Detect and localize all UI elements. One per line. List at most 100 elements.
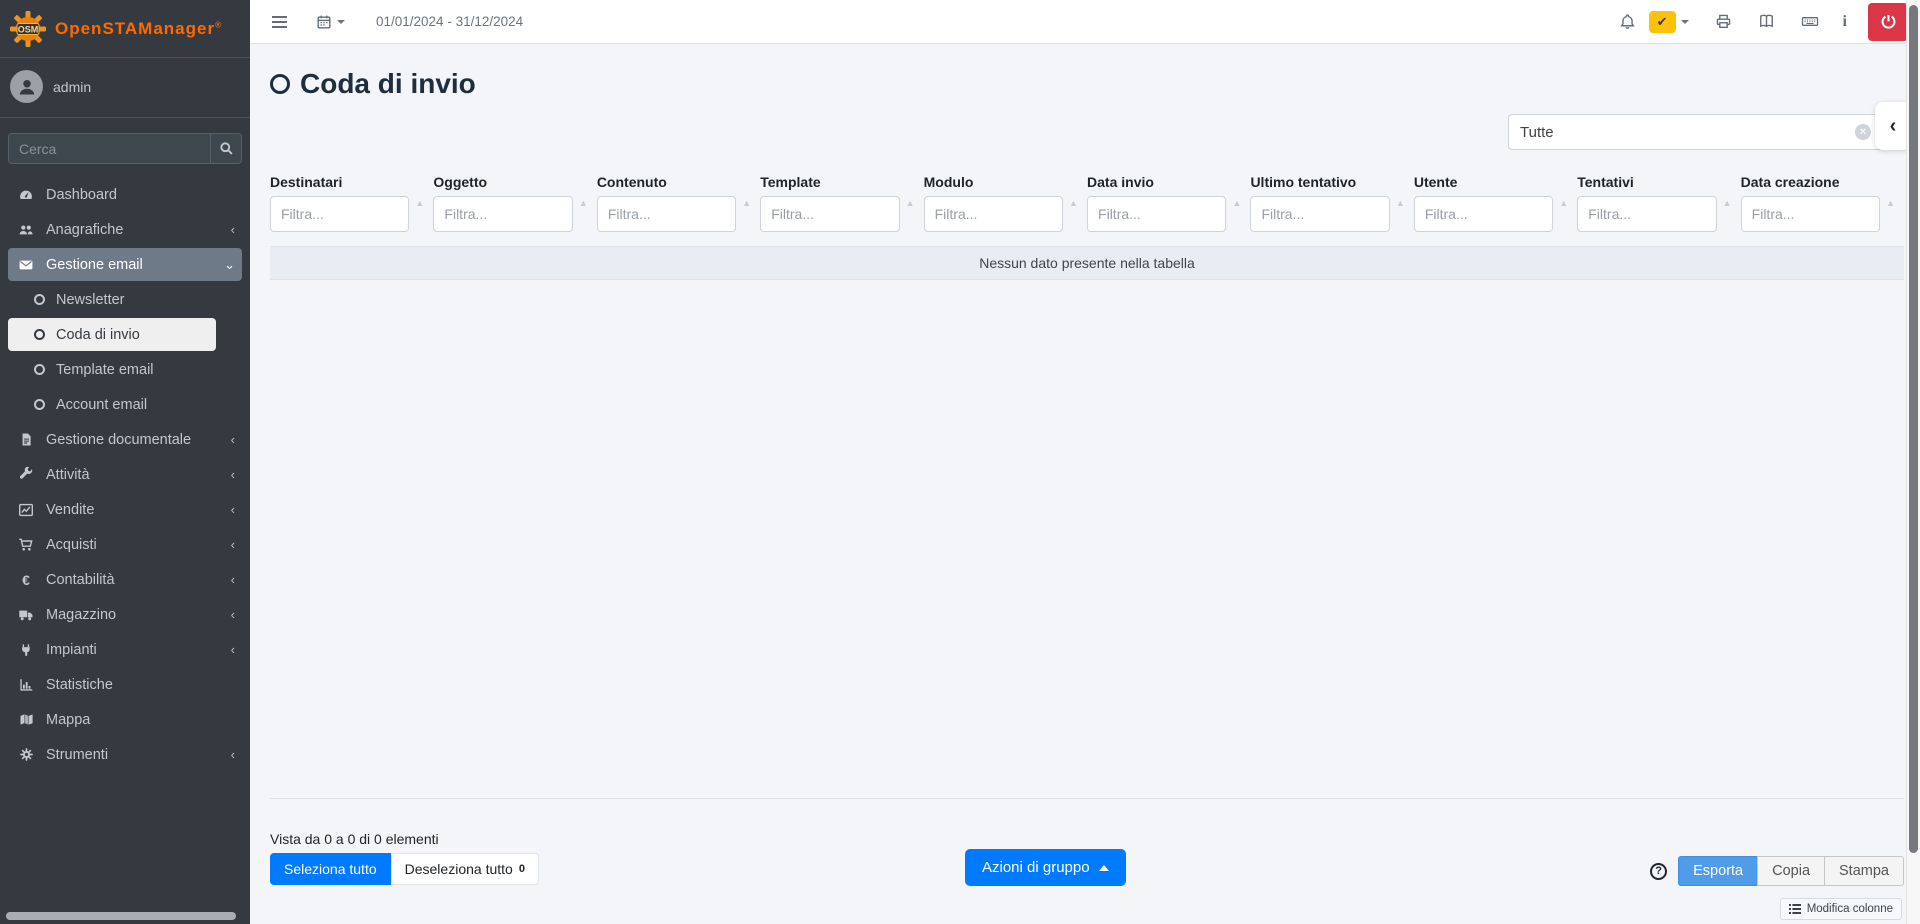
logout-button[interactable] [1868, 3, 1908, 41]
table-column-oggetto: Oggetto ▲ [433, 174, 596, 232]
export-button-group: Esporta Copia Stampa [1678, 856, 1904, 886]
deselect-all-button[interactable]: Deseleziona tutto 0 [391, 853, 539, 885]
column-header[interactable]: Contenuto [597, 174, 760, 190]
column-header[interactable]: Data creazione [1741, 174, 1904, 190]
group-actions-button[interactable]: Azioni di gruppo [965, 849, 1126, 886]
print-table-button[interactable]: Stampa [1824, 856, 1904, 886]
sidebar-item-template-email[interactable]: Template email [8, 353, 242, 386]
calendar-picker-button[interactable] [307, 14, 354, 30]
sidebar-item-vendite[interactable]: Vendite ‹ [8, 493, 242, 526]
sidebar-item-label: Contabilità [46, 572, 115, 588]
date-range[interactable]: 01/01/2024 - 31/12/2024 [376, 14, 523, 29]
shortcuts-button[interactable] [1792, 13, 1828, 30]
column-header[interactable]: Template [760, 174, 923, 190]
sidebar-item-attivita[interactable]: Attività ‹ [8, 458, 242, 491]
sort-caret-icon[interactable]: ▲ [742, 198, 751, 208]
sidebar-item-dashboard[interactable]: Dashboard [8, 178, 242, 211]
sort-caret-icon[interactable]: ▲ [415, 198, 424, 208]
chevron-left-icon: ‹ [231, 537, 235, 552]
column-header[interactable]: Ultimo tentativo [1250, 174, 1413, 190]
filter-input-ultimo-tentativo[interactable] [1250, 196, 1389, 232]
sidebar-item-label: Statistiche [46, 677, 113, 693]
column-header[interactable]: Tentativi [1577, 174, 1740, 190]
sidebar-item-gestione-email[interactable]: Gestione email ⌄ [8, 248, 242, 281]
filter-input-data-creazione[interactable] [1741, 196, 1880, 232]
sidebar-item-label: Newsletter [56, 292, 125, 308]
sort-caret-icon[interactable]: ▲ [906, 198, 915, 208]
sort-caret-icon[interactable]: ▲ [1886, 198, 1895, 208]
column-header[interactable]: Destinatari [270, 174, 433, 190]
circle-icon [34, 329, 45, 340]
sidebar-item-statistiche[interactable]: Statistiche [8, 668, 242, 701]
filter-input-utente[interactable] [1414, 196, 1553, 232]
export-button[interactable]: Esporta [1678, 856, 1758, 886]
info-button[interactable]: i [1834, 13, 1856, 31]
book-icon [1758, 13, 1775, 30]
sidebar-item-label: Attività [46, 467, 90, 483]
brand-header[interactable]: OSM OpenSTAManager® [0, 0, 250, 58]
copy-button[interactable]: Copia [1757, 856, 1825, 886]
column-header[interactable]: Data invio [1087, 174, 1250, 190]
euro-icon: € [15, 572, 37, 588]
sort-caret-icon[interactable]: ▲ [1069, 198, 1078, 208]
table-header-row: Destinatari ▲ Oggetto ▲ Contenuto ▲ Temp… [270, 174, 1904, 232]
sidebar-toggle-button[interactable] [262, 15, 297, 29]
sort-caret-icon[interactable]: ▲ [1232, 198, 1241, 208]
table-column-tentativi: Tentativi ▲ [1577, 174, 1740, 232]
clear-filter-icon[interactable]: × [1855, 124, 1871, 140]
filter-input-tentativi[interactable] [1577, 196, 1716, 232]
print-button[interactable] [1706, 13, 1741, 30]
table-column-template: Template ▲ [760, 174, 923, 232]
sidebar-item-strumenti[interactable]: Strumenti ‹ [8, 738, 242, 771]
empty-table-message: Nessun dato presente nella tabella [979, 255, 1195, 271]
sidebar-item-anagrafiche[interactable]: Anagrafiche ‹ [8, 213, 242, 246]
users-icon [15, 222, 37, 238]
help-icon[interactable]: ? [1650, 863, 1667, 880]
pagination-info: Vista da 0 a 0 di 0 elementi [270, 831, 439, 847]
chevron-left-icon: ‹ [231, 572, 235, 587]
filter-input-contenuto[interactable] [597, 196, 736, 232]
sidebar-item-impianti[interactable]: Impianti ‹ [8, 633, 242, 666]
session-status-button[interactable]: ✔ [1645, 11, 1698, 33]
sidebar-item-newsletter[interactable]: Newsletter [8, 283, 242, 316]
search-button[interactable] [210, 134, 241, 163]
edit-columns-button[interactable]: Modifica colonne [1780, 898, 1902, 920]
filter-input-data-invio[interactable] [1087, 196, 1226, 232]
filter-input-destinatari[interactable] [270, 196, 409, 232]
sidebar-item-mappa[interactable]: Mappa [8, 703, 242, 736]
sidebar-item-acquisti[interactable]: Acquisti ‹ [8, 528, 242, 561]
filter-input-oggetto[interactable] [433, 196, 572, 232]
scrollbar-thumb[interactable] [1909, 5, 1918, 853]
notifications-button[interactable] [1610, 13, 1645, 30]
wrench-icon [15, 467, 37, 482]
sidebar-item-gestione-documentale[interactable]: Gestione documentale ‹ [8, 423, 242, 456]
truck-icon [15, 607, 37, 623]
module-filter-select[interactable]: Tutte × [1508, 114, 1904, 150]
document-icon [15, 432, 37, 447]
sidebar-item-contabilita[interactable]: € Contabilità ‹ [8, 563, 242, 596]
sidebar-horizontal-scrollbar[interactable] [6, 912, 236, 920]
sidebar-item-magazzino[interactable]: Magazzino ‹ [8, 598, 242, 631]
module-circle-icon [270, 74, 290, 94]
user-panel[interactable]: admin [0, 58, 250, 118]
docs-button[interactable] [1749, 13, 1784, 30]
column-header[interactable]: Utente [1414, 174, 1577, 190]
sort-caret-icon[interactable]: ▲ [1723, 198, 1732, 208]
caret-up-icon [1099, 865, 1109, 871]
search-input[interactable] [9, 134, 210, 163]
table-empty-row: Nessun dato presente nella tabella [270, 246, 1904, 280]
vertical-scrollbar[interactable] [1906, 0, 1920, 924]
sidebar-item-coda-di-invio[interactable]: Coda di invio [8, 318, 216, 351]
column-header[interactable]: Oggetto [433, 174, 596, 190]
sort-caret-icon[interactable]: ▲ [1396, 198, 1405, 208]
filter-input-template[interactable] [760, 196, 899, 232]
sidebar-item-label: Gestione email [46, 257, 143, 273]
column-header[interactable]: Modulo [924, 174, 1087, 190]
filter-input-modulo[interactable] [924, 196, 1063, 232]
sort-caret-icon[interactable]: ▲ [1559, 198, 1568, 208]
select-all-button[interactable]: Seleziona tutto [270, 853, 391, 885]
sidebar-item-account-email[interactable]: Account email [8, 388, 242, 421]
brand-name: OpenSTAManager® [55, 19, 222, 39]
caret-down-icon [1681, 20, 1689, 24]
sort-caret-icon[interactable]: ▲ [579, 198, 588, 208]
